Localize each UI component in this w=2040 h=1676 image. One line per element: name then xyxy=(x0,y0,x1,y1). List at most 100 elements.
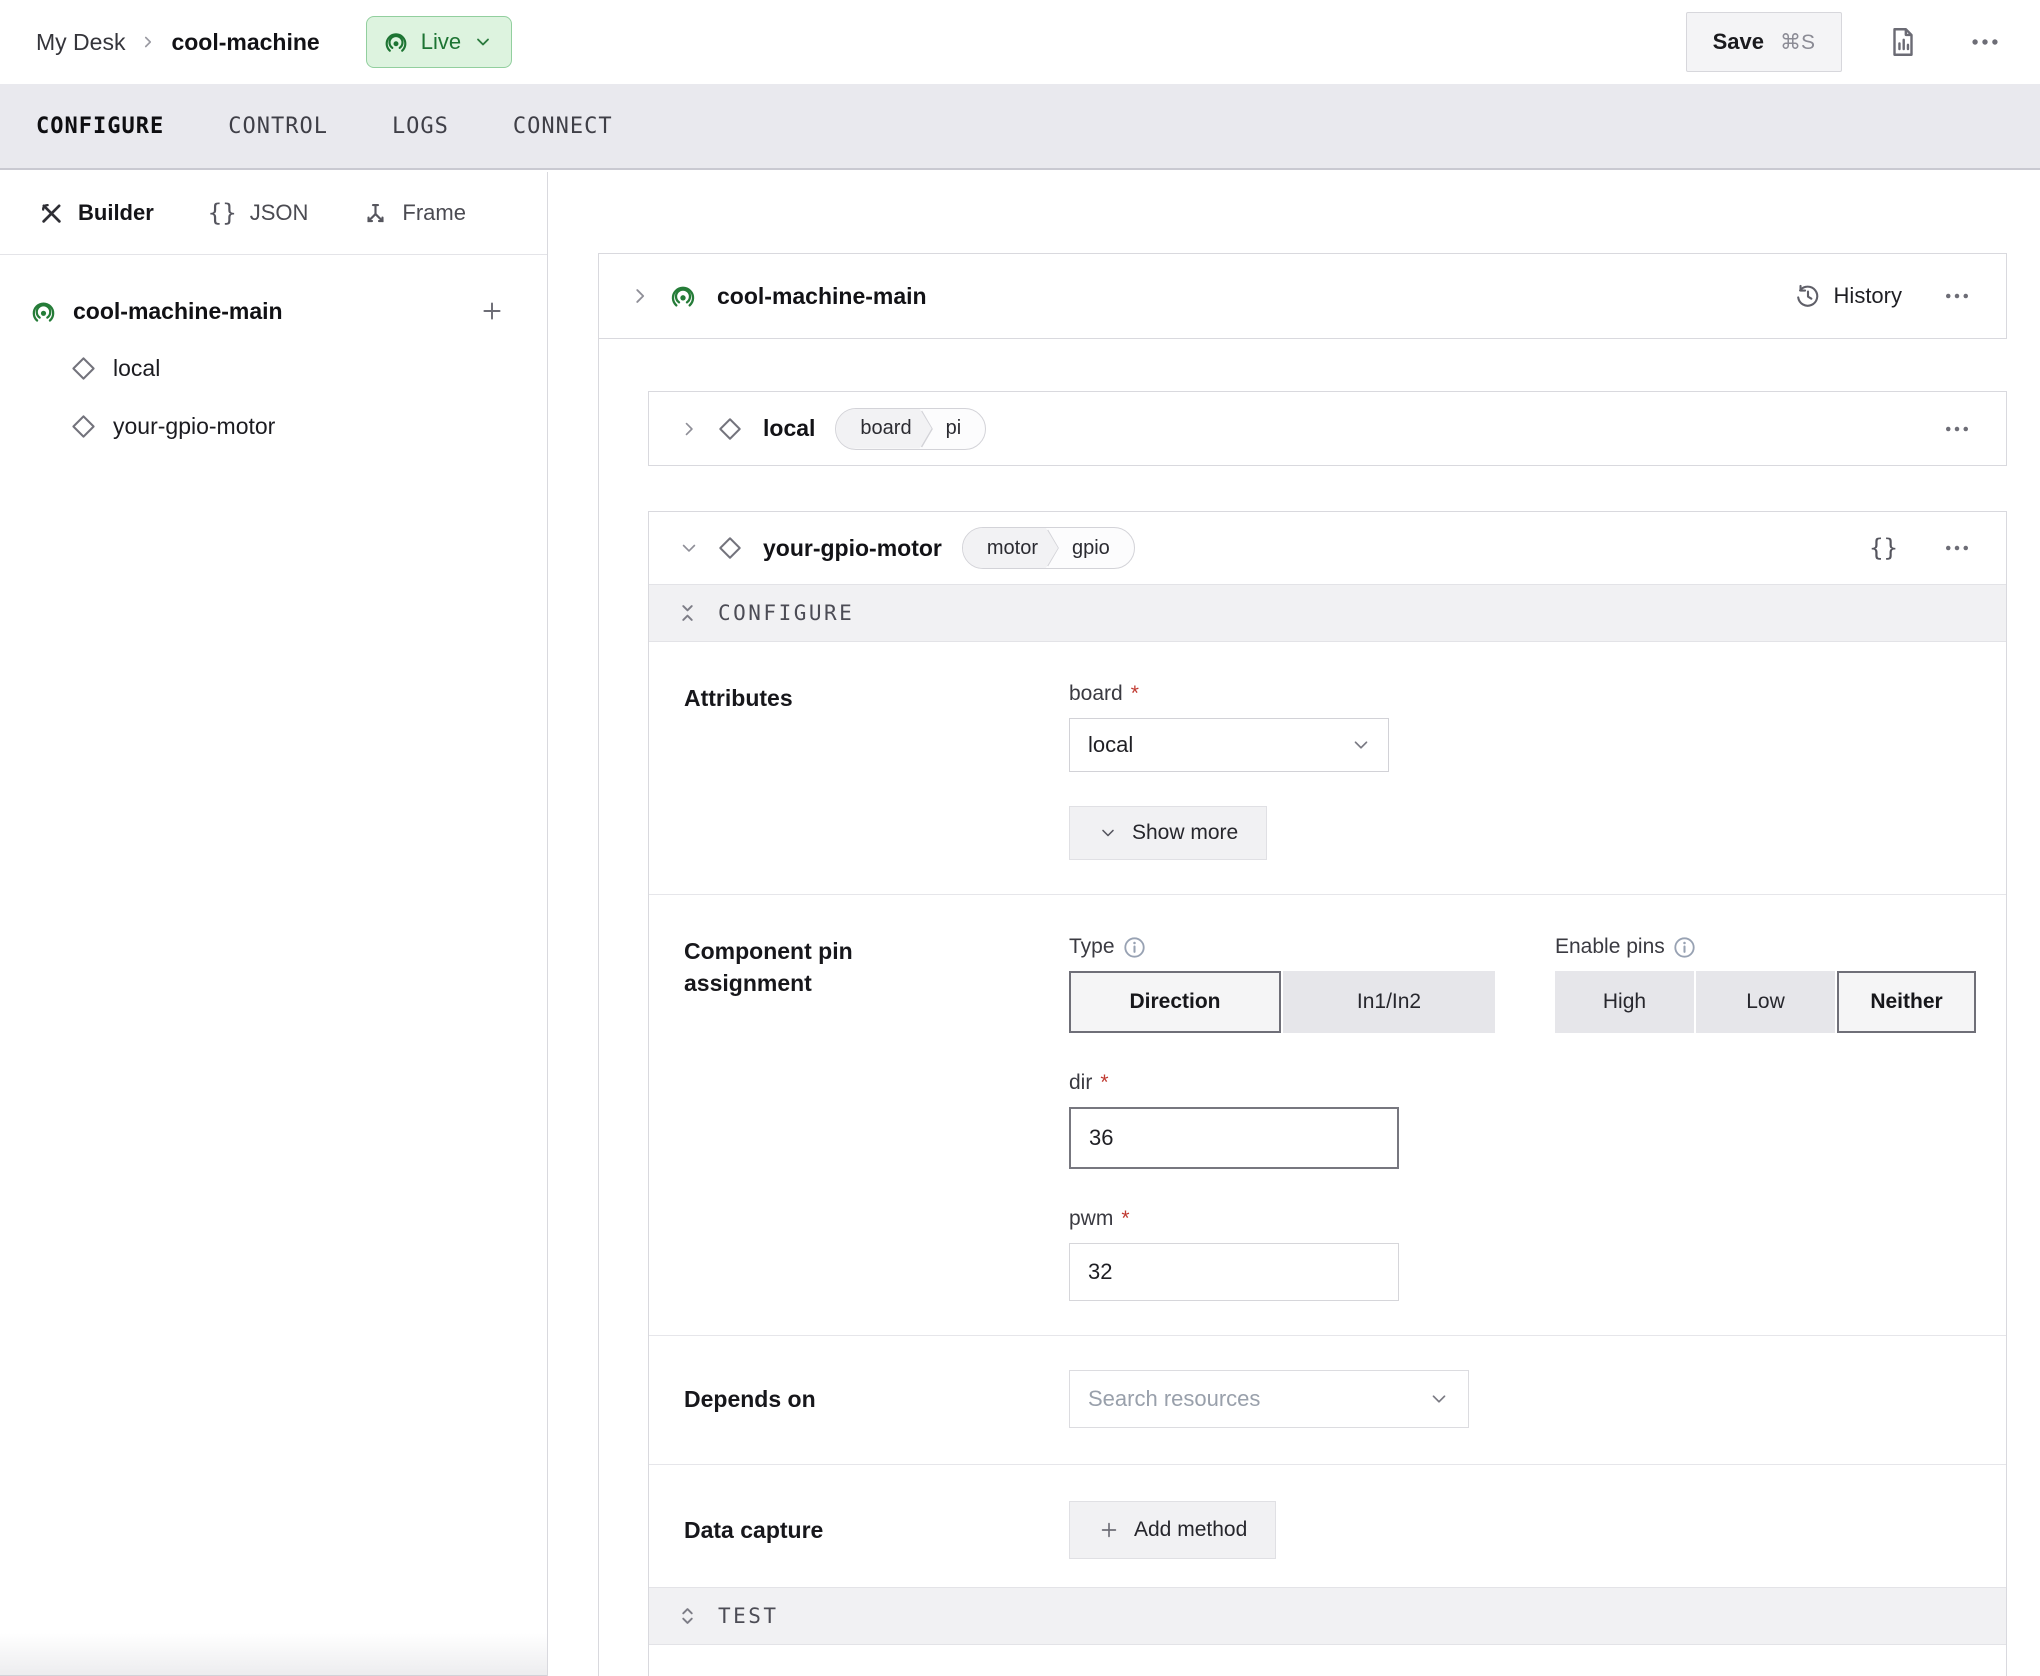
type-option-in1in2[interactable]: In1/In2 xyxy=(1283,971,1495,1033)
machine-part-card-header: cool-machine-main History xyxy=(599,254,2006,338)
attributes-heading: Attributes xyxy=(684,682,914,860)
enable-pins-group: Enable pins High Low Neither xyxy=(1555,935,1976,1033)
depends-on-heading: Depends on xyxy=(684,1383,914,1415)
view-builder[interactable]: Builder xyxy=(38,200,154,227)
save-label: Save xyxy=(1713,29,1764,55)
hierarchy-spine xyxy=(598,339,599,1676)
pin-assignment-heading: Component pin assignment xyxy=(684,935,914,1301)
diamond-icon xyxy=(70,413,97,440)
test-section-bar[interactable]: TEST xyxy=(649,1587,2006,1645)
live-status-button[interactable]: Live xyxy=(366,16,512,68)
show-more-button[interactable]: Show more xyxy=(1069,806,1267,860)
document-chart-icon xyxy=(1886,25,1920,59)
live-status-label: Live xyxy=(421,29,461,55)
resource-menu-button[interactable] xyxy=(1938,410,1976,448)
view-frame[interactable]: Frame xyxy=(362,200,466,227)
chevron-right-icon[interactable] xyxy=(629,285,651,307)
chevron-down-icon xyxy=(1098,823,1118,843)
plus-icon xyxy=(1098,1519,1120,1541)
view-json[interactable]: {} JSON xyxy=(208,199,309,227)
board-select[interactable]: local xyxy=(1069,718,1389,772)
view-json-button[interactable]: {} xyxy=(1865,530,1902,566)
machine-part-card: cool-machine-main History xyxy=(598,253,2007,339)
machine-part-icon xyxy=(669,282,697,310)
enable-pins-toggle-group: High Low Neither xyxy=(1555,971,1976,1033)
board-field-label: board * xyxy=(1069,682,1976,706)
enable-option-high[interactable]: High xyxy=(1555,971,1694,1033)
info-icon[interactable] xyxy=(1673,936,1696,959)
configure-section-bar[interactable]: CONFIGURE xyxy=(649,584,2006,642)
resource-menu-button[interactable] xyxy=(1938,529,1976,567)
add-method-button[interactable]: Add method xyxy=(1069,1501,1276,1559)
history-button[interactable]: History xyxy=(1794,282,1902,310)
broadcast-icon xyxy=(383,29,409,55)
ellipsis-icon xyxy=(1942,414,1972,444)
add-resource-button[interactable] xyxy=(479,298,505,324)
enable-pins-label: Enable pins xyxy=(1555,935,1976,959)
data-capture-section: Data capture Add method xyxy=(649,1465,2006,1587)
breadcrumb-separator-icon xyxy=(139,33,157,51)
resource-type-badge: motor gpio xyxy=(962,527,1135,569)
ellipsis-icon xyxy=(1942,281,1972,311)
tab-connect[interactable]: CONNECT xyxy=(513,114,613,139)
part-menu-button[interactable] xyxy=(1938,277,1976,315)
test-section-label: TEST xyxy=(718,1604,779,1628)
topbar-actions: Save ⌘S xyxy=(1686,12,2006,72)
curly-braces-icon: {} xyxy=(208,199,237,227)
machine-tab-bar: CONFIGURE CONTROL LOGS CONNECT xyxy=(0,84,2040,170)
required-marker: * xyxy=(1100,1071,1108,1095)
chevron-down-icon[interactable] xyxy=(679,538,699,558)
history-label: History xyxy=(1834,283,1902,309)
local-board-card: local board pi xyxy=(648,391,2007,466)
type-option-direction[interactable]: Direction xyxy=(1069,971,1281,1033)
local-board-card-header: local board pi xyxy=(649,392,2006,465)
card-title: local xyxy=(763,415,815,442)
badge-model: gpio xyxy=(1060,528,1134,568)
view-switcher: Builder {} JSON Frame xyxy=(0,172,547,255)
resource-tree: cool-machine-main local your-gpio-motor xyxy=(0,255,547,455)
tab-control[interactable]: CONTROL xyxy=(228,114,328,139)
show-more-label: Show more xyxy=(1132,821,1238,845)
depends-on-section: Depends on Search resources xyxy=(649,1336,2006,1465)
tree-item-your-gpio-motor[interactable]: your-gpio-motor xyxy=(0,397,547,455)
ellipsis-icon xyxy=(1942,533,1972,563)
tools-icon xyxy=(38,200,65,227)
ellipsis-icon xyxy=(1968,25,2002,59)
pin-assignment-section: Component pin assignment Type Directi xyxy=(649,895,2006,1336)
view-builder-label: Builder xyxy=(78,200,154,226)
resource-type-badge: board pi xyxy=(835,408,986,450)
type-label: Type xyxy=(1069,935,1495,959)
tree-item-local[interactable]: local xyxy=(0,339,547,397)
tab-configure[interactable]: CONFIGURE xyxy=(36,114,164,139)
required-marker: * xyxy=(1131,682,1139,706)
pwm-input[interactable] xyxy=(1069,1243,1399,1301)
required-marker: * xyxy=(1121,1207,1129,1231)
collapse-icon xyxy=(679,600,696,626)
save-shortcut: ⌘S xyxy=(1780,30,1815,55)
add-method-label: Add method xyxy=(1134,1518,1247,1542)
dir-input[interactable] xyxy=(1069,1107,1399,1169)
tree-item-label: your-gpio-motor xyxy=(113,413,275,440)
depends-on-select[interactable]: Search resources xyxy=(1069,1370,1469,1428)
enable-option-low[interactable]: Low xyxy=(1696,971,1835,1033)
tab-logs[interactable]: LOGS xyxy=(392,114,449,139)
tree-item-label: local xyxy=(113,355,160,382)
card-title: cool-machine-main xyxy=(717,283,927,310)
enable-option-neither[interactable]: Neither xyxy=(1837,971,1976,1033)
diamond-icon xyxy=(70,355,97,382)
chevron-down-icon xyxy=(1428,1388,1450,1410)
breadcrumb-parent[interactable]: My Desk xyxy=(36,29,125,56)
info-icon[interactable] xyxy=(1123,936,1146,959)
tree-item-machine-part[interactable]: cool-machine-main xyxy=(0,283,547,339)
machine-menu-button[interactable] xyxy=(1964,21,2006,63)
config-canvas: cool-machine-main History xyxy=(548,172,2040,1676)
card-title: your-gpio-motor xyxy=(763,535,942,562)
save-button[interactable]: Save ⌘S xyxy=(1686,12,1842,72)
gpio-motor-card-header: your-gpio-motor motor gpio {} xyxy=(649,512,2006,584)
type-group: Type Direction In1/In2 xyxy=(1069,935,1495,1033)
view-frame-label: Frame xyxy=(402,200,466,226)
configure-section-label: CONFIGURE xyxy=(718,601,854,625)
machine-report-button[interactable] xyxy=(1882,21,1924,63)
chevron-right-icon[interactable] xyxy=(679,419,699,439)
attributes-section: Attributes board * local xyxy=(649,642,2006,895)
